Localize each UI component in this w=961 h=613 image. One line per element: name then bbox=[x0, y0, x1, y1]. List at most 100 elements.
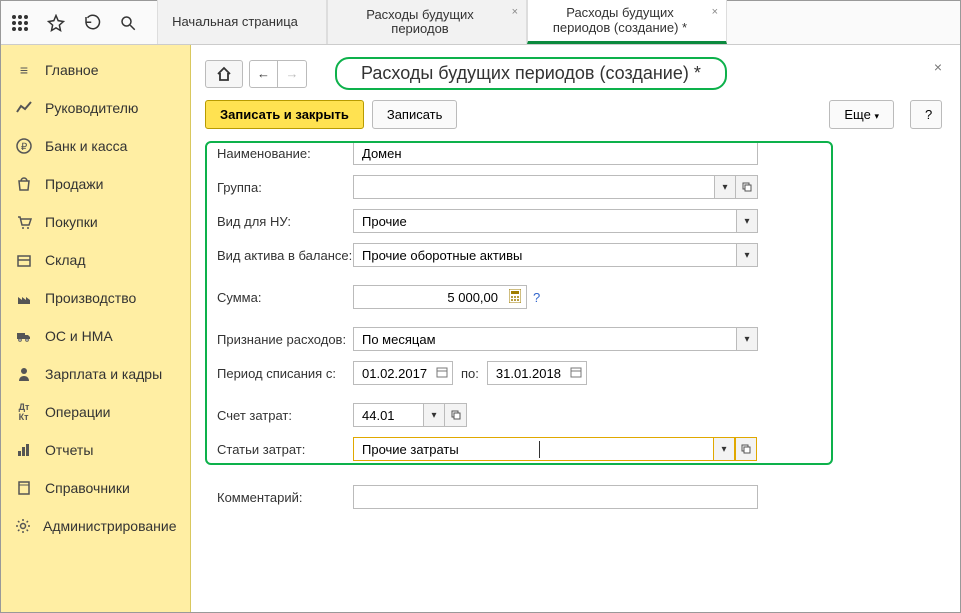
svg-text:₽: ₽ bbox=[21, 142, 28, 153]
forward-button[interactable]: → bbox=[278, 61, 306, 87]
sidebar-item-label: Банк и касса bbox=[45, 138, 127, 154]
group-open[interactable] bbox=[736, 175, 758, 199]
name-label: Наименование: bbox=[213, 146, 353, 161]
action-row: Записать и закрыть Записать Еще ▾ ? bbox=[205, 100, 942, 129]
calculator-icon[interactable] bbox=[509, 289, 521, 303]
group-dropdown[interactable]: ▾ bbox=[714, 175, 736, 199]
calendar-icon[interactable] bbox=[436, 366, 448, 378]
priznanie-dropdown[interactable]: ▾ bbox=[736, 327, 758, 351]
sidebar: ≡Главное Руководителю ₽ Банк и касса Прод… bbox=[1, 45, 191, 612]
vidnu-input[interactable] bbox=[360, 213, 730, 230]
period-to-input[interactable] bbox=[494, 365, 580, 382]
vid-aktiva-label: Вид актива в балансе: bbox=[213, 248, 353, 263]
sidebar-item-assets[interactable]: ОС и НМА bbox=[1, 317, 190, 355]
stati-dropdown[interactable]: ▾ bbox=[713, 437, 735, 461]
tab-rbp-list[interactable]: Расходы будущих периодов × bbox=[327, 0, 527, 44]
sidebar-item-hr[interactable]: Зарплата и кадры bbox=[1, 355, 190, 393]
row-period: Период списания с: по: bbox=[213, 361, 942, 385]
sidebar-item-operations[interactable]: ДтКтОперации bbox=[1, 393, 190, 431]
sidebar-item-label: Руководителю bbox=[45, 100, 138, 116]
truck-icon bbox=[15, 327, 33, 345]
folder-icon bbox=[15, 479, 33, 497]
sidebar-item-catalogs[interactable]: Справочники bbox=[1, 469, 190, 507]
schet-dropdown[interactable]: ▾ bbox=[423, 403, 445, 427]
stati-field[interactable] bbox=[353, 437, 714, 461]
row-comment: Комментарий: bbox=[213, 485, 942, 509]
close-icon[interactable]: × bbox=[712, 6, 718, 18]
period-label: Период списания с: bbox=[213, 366, 353, 381]
help-button[interactable]: ? bbox=[910, 100, 942, 129]
vid-aktiva-input[interactable] bbox=[360, 247, 730, 264]
back-button[interactable]: ← bbox=[250, 61, 278, 87]
right-actions: Еще ▾ ? bbox=[821, 100, 942, 129]
form: Наименование: Группа: ▾ Вид для НУ: ▾ Ви… bbox=[205, 141, 942, 509]
period-to-field[interactable] bbox=[487, 361, 587, 385]
main: ≡Главное Руководителю ₽ Банк и касса Прод… bbox=[1, 45, 960, 612]
sidebar-item-reports[interactable]: Отчеты bbox=[1, 431, 190, 469]
calendar-icon[interactable] bbox=[570, 366, 582, 378]
tab-home[interactable]: Начальная страница bbox=[157, 0, 327, 44]
priznanie-field[interactable] bbox=[353, 327, 736, 351]
page-title: Расходы будущих периодов (создание) * bbox=[335, 57, 727, 90]
name-field[interactable] bbox=[353, 141, 758, 165]
sidebar-item-label: Производство bbox=[45, 290, 136, 306]
vidnu-field[interactable] bbox=[353, 209, 736, 233]
period-from-input[interactable] bbox=[360, 365, 446, 382]
sidebar-item-purchases[interactable]: Покупки bbox=[1, 203, 190, 241]
group-field[interactable] bbox=[353, 175, 714, 199]
sidebar-item-admin[interactable]: Администрирование bbox=[1, 507, 190, 545]
stati-open[interactable] bbox=[735, 437, 757, 461]
priznanie-input[interactable] bbox=[360, 331, 730, 348]
sidebar-item-label: Главное bbox=[45, 62, 99, 78]
row-stati: Статьи затрат: ▾ bbox=[213, 437, 942, 461]
nav-buttons: ← → bbox=[205, 60, 307, 88]
person-icon bbox=[15, 365, 33, 383]
save-close-button[interactable]: Записать и закрыть bbox=[205, 100, 364, 129]
sidebar-item-warehouse[interactable]: Склад bbox=[1, 241, 190, 279]
sidebar-item-production[interactable]: Производство bbox=[1, 279, 190, 317]
schet-label: Счет затрат: bbox=[213, 408, 353, 423]
tab-rbp-create[interactable]: Расходы будущих периодов (создание) * × bbox=[527, 0, 727, 44]
sidebar-item-sales[interactable]: Продажи bbox=[1, 165, 190, 203]
vid-aktiva-dropdown[interactable]: ▾ bbox=[736, 243, 758, 267]
name-input[interactable] bbox=[360, 145, 751, 162]
tab-label: Расходы будущих периодов bbox=[342, 8, 498, 37]
search-icon[interactable] bbox=[117, 12, 139, 34]
topbar: Начальная страница Расходы будущих перио… bbox=[1, 1, 960, 45]
row-vidnu: Вид для НУ: ▾ bbox=[213, 209, 942, 233]
sidebar-item-main[interactable]: ≡Главное bbox=[1, 51, 190, 89]
summa-field[interactable] bbox=[353, 285, 527, 309]
period-from-field[interactable] bbox=[353, 361, 453, 385]
group-label: Группа: bbox=[213, 180, 353, 195]
vid-aktiva-field[interactable] bbox=[353, 243, 736, 267]
close-doc-icon[interactable]: × bbox=[934, 59, 942, 75]
nav-pair: ← → bbox=[249, 60, 307, 88]
schet-input[interactable] bbox=[360, 407, 417, 424]
row-group: Группа: ▾ bbox=[213, 175, 942, 199]
star-icon[interactable] bbox=[45, 12, 67, 34]
box-icon bbox=[15, 251, 33, 269]
stati-label: Статьи затрат: bbox=[213, 442, 353, 457]
history-icon[interactable] bbox=[81, 12, 103, 34]
schet-field[interactable] bbox=[353, 403, 423, 427]
comment-input[interactable] bbox=[360, 489, 751, 506]
summa-help[interactable]: ? bbox=[533, 290, 540, 305]
comment-label: Комментарий: bbox=[213, 490, 353, 505]
chart-icon bbox=[15, 99, 33, 117]
sidebar-item-label: Покупки bbox=[45, 214, 98, 230]
save-button[interactable]: Записать bbox=[372, 100, 458, 129]
summa-input[interactable] bbox=[360, 289, 520, 306]
schet-open[interactable] bbox=[445, 403, 467, 427]
sidebar-item-manager[interactable]: Руководителю bbox=[1, 89, 190, 127]
group-input[interactable] bbox=[360, 179, 708, 196]
close-icon[interactable]: × bbox=[512, 6, 518, 18]
vidnu-dropdown[interactable]: ▾ bbox=[736, 209, 758, 233]
stati-input[interactable] bbox=[360, 441, 540, 458]
comment-field[interactable] bbox=[353, 485, 758, 509]
more-button[interactable]: Еще ▾ bbox=[829, 100, 894, 129]
apps-icon[interactable] bbox=[9, 12, 31, 34]
home-button[interactable] bbox=[205, 60, 243, 88]
sidebar-item-bank[interactable]: ₽ Банк и касса bbox=[1, 127, 190, 165]
content-header: ← → Расходы будущих периодов (создание) … bbox=[205, 57, 942, 90]
sidebar-item-label: Справочники bbox=[45, 480, 130, 496]
